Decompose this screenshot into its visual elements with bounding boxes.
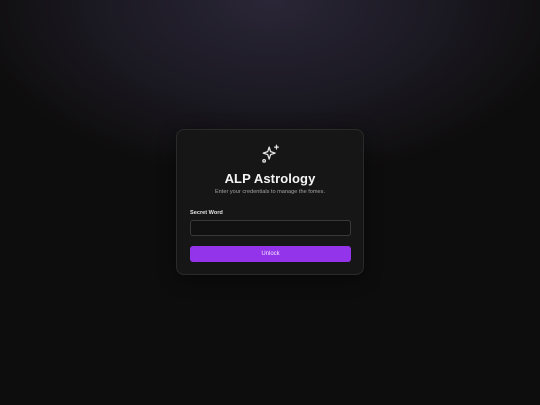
app-title: ALP Astrology (224, 171, 316, 186)
sparkles-icon (260, 143, 282, 165)
secret-word-label: Secret Word (190, 210, 223, 216)
login-card: ALP Astrology Enter your credentials to … (176, 129, 364, 275)
login-subtitle: Enter your credentials to manage the fom… (214, 189, 326, 195)
secret-word-input[interactable] (190, 220, 351, 236)
unlock-button[interactable]: Unlock (190, 246, 351, 262)
